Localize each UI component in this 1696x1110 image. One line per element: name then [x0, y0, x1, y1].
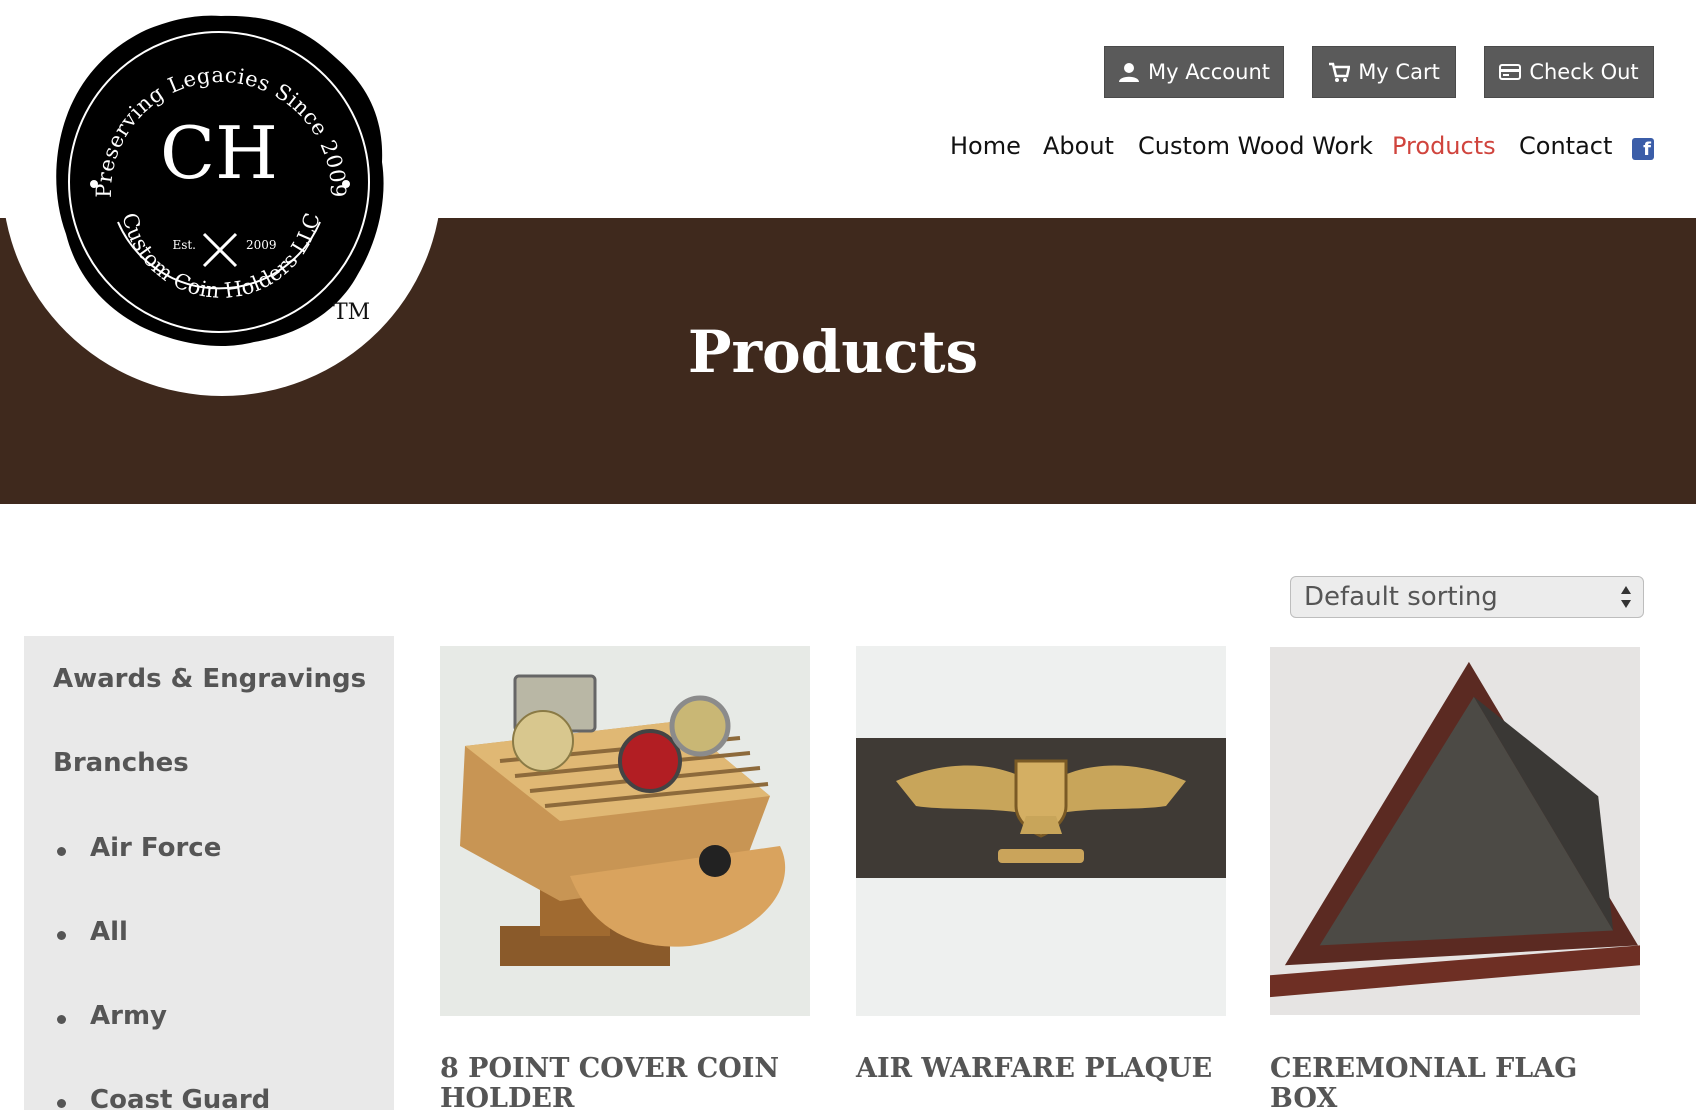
product-title-ceremonial-flag-box[interactable]: CEREMONIAL FLAG BOX — [1270, 1054, 1650, 1110]
sidebar-item-all[interactable]: All — [90, 917, 128, 947]
product-image-8-point-cover[interactable] — [440, 646, 810, 1016]
sidebar-item-coast-guard[interactable]: Coast Guard — [90, 1085, 270, 1110]
sidebar-item-air-force[interactable]: Air Force — [90, 833, 221, 863]
list-bullet — [57, 1015, 66, 1024]
sidebar-item-army[interactable]: Army — [90, 1001, 167, 1031]
list-bullet — [57, 847, 66, 856]
logo-year: 2009 — [246, 238, 277, 252]
select-arrows-icon — [1621, 586, 1631, 608]
sort-select[interactable]: Default sorting — [1290, 576, 1644, 618]
credit-card-icon — [1499, 64, 1522, 80]
product-title-air-warfare-plaque[interactable]: AIR WARFARE PLAQUE — [856, 1054, 1236, 1084]
sort-selected-value: Default sorting — [1304, 582, 1498, 612]
nav-about[interactable]: About — [1043, 132, 1114, 160]
list-bullet — [57, 1099, 66, 1108]
list-bullet — [57, 931, 66, 940]
cart-icon — [1329, 62, 1351, 82]
logo-monogram: CH — [160, 111, 278, 195]
user-icon — [1118, 63, 1139, 82]
product-title-8-point-cover[interactable]: 8 POINT COVER COIN HOLDER — [440, 1054, 820, 1110]
logo-est: Est. — [172, 238, 196, 252]
product-image-air-warfare-plaque[interactable] — [856, 646, 1226, 1016]
category-sidebar: Awards & Engravings Branches Air Force A… — [24, 636, 394, 1110]
nav-contact[interactable]: Contact — [1519, 132, 1612, 160]
check-out-label: Check Out — [1529, 60, 1639, 84]
facebook-icon[interactable]: f — [1632, 138, 1654, 160]
my-account-button[interactable]: My Account — [1104, 46, 1284, 98]
trademark-mark: TM — [333, 300, 371, 325]
nav-custom-wood-work[interactable]: Custom Wood Work — [1138, 132, 1373, 160]
my-cart-label: My Cart — [1358, 60, 1440, 84]
product-image-ceremonial-flag-box[interactable] — [1270, 646, 1640, 1016]
nav-home[interactable]: Home — [950, 132, 1021, 160]
my-cart-button[interactable]: My Cart — [1312, 46, 1456, 98]
my-account-label: My Account — [1147, 60, 1270, 84]
sidebar-heading-branches[interactable]: Branches — [53, 748, 189, 778]
check-out-button[interactable]: Check Out — [1484, 46, 1654, 98]
nav-products[interactable]: Products — [1392, 132, 1496, 160]
sidebar-heading-awards[interactable]: Awards & Engravings — [53, 664, 366, 694]
